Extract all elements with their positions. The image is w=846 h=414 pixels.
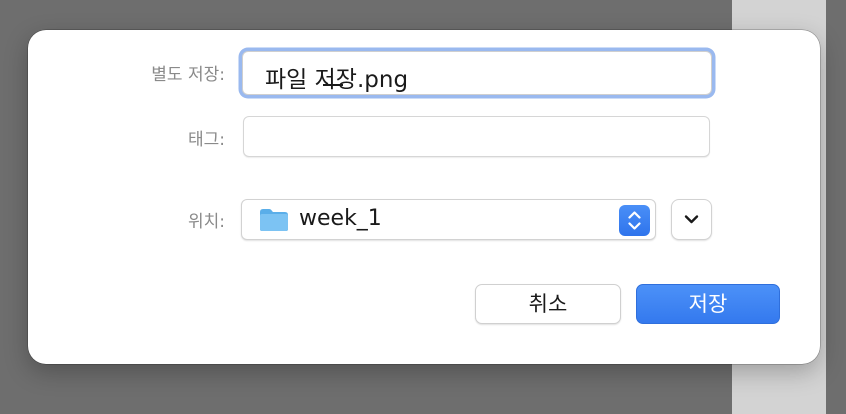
location-popup[interactable]: week_1: [241, 199, 656, 240]
save-as-input[interactable]: 파일 저장.png: [242, 51, 712, 95]
save-as-label-wrap: 별도 저장:: [28, 60, 225, 85]
location-label-wrap: 위치:: [28, 207, 225, 232]
chevron-down-icon: [684, 215, 699, 224]
up-down-chevron-icon: [628, 211, 641, 230]
tags-label: 태그:: [187, 130, 225, 150]
text-caret: [323, 84, 343, 86]
cancel-button[interactable]: 취소: [475, 284, 621, 324]
location-label: 위치:: [187, 212, 225, 232]
save-as-value: 파일 저장.png: [265, 67, 409, 93]
save-dialog: 별도 저장: 파일 저장.png 태그: 위치: week_1 취소 저장: [28, 30, 820, 364]
expand-button[interactable]: [671, 199, 712, 240]
location-stepper[interactable]: [619, 205, 650, 236]
tags-input[interactable]: [243, 116, 710, 157]
folder-icon: [260, 209, 288, 231]
tags-label-wrap: 태그:: [28, 125, 225, 150]
save-as-label: 별도 저장:: [151, 65, 225, 85]
location-value: week_1: [299, 206, 382, 231]
save-button[interactable]: 저장: [636, 284, 780, 324]
